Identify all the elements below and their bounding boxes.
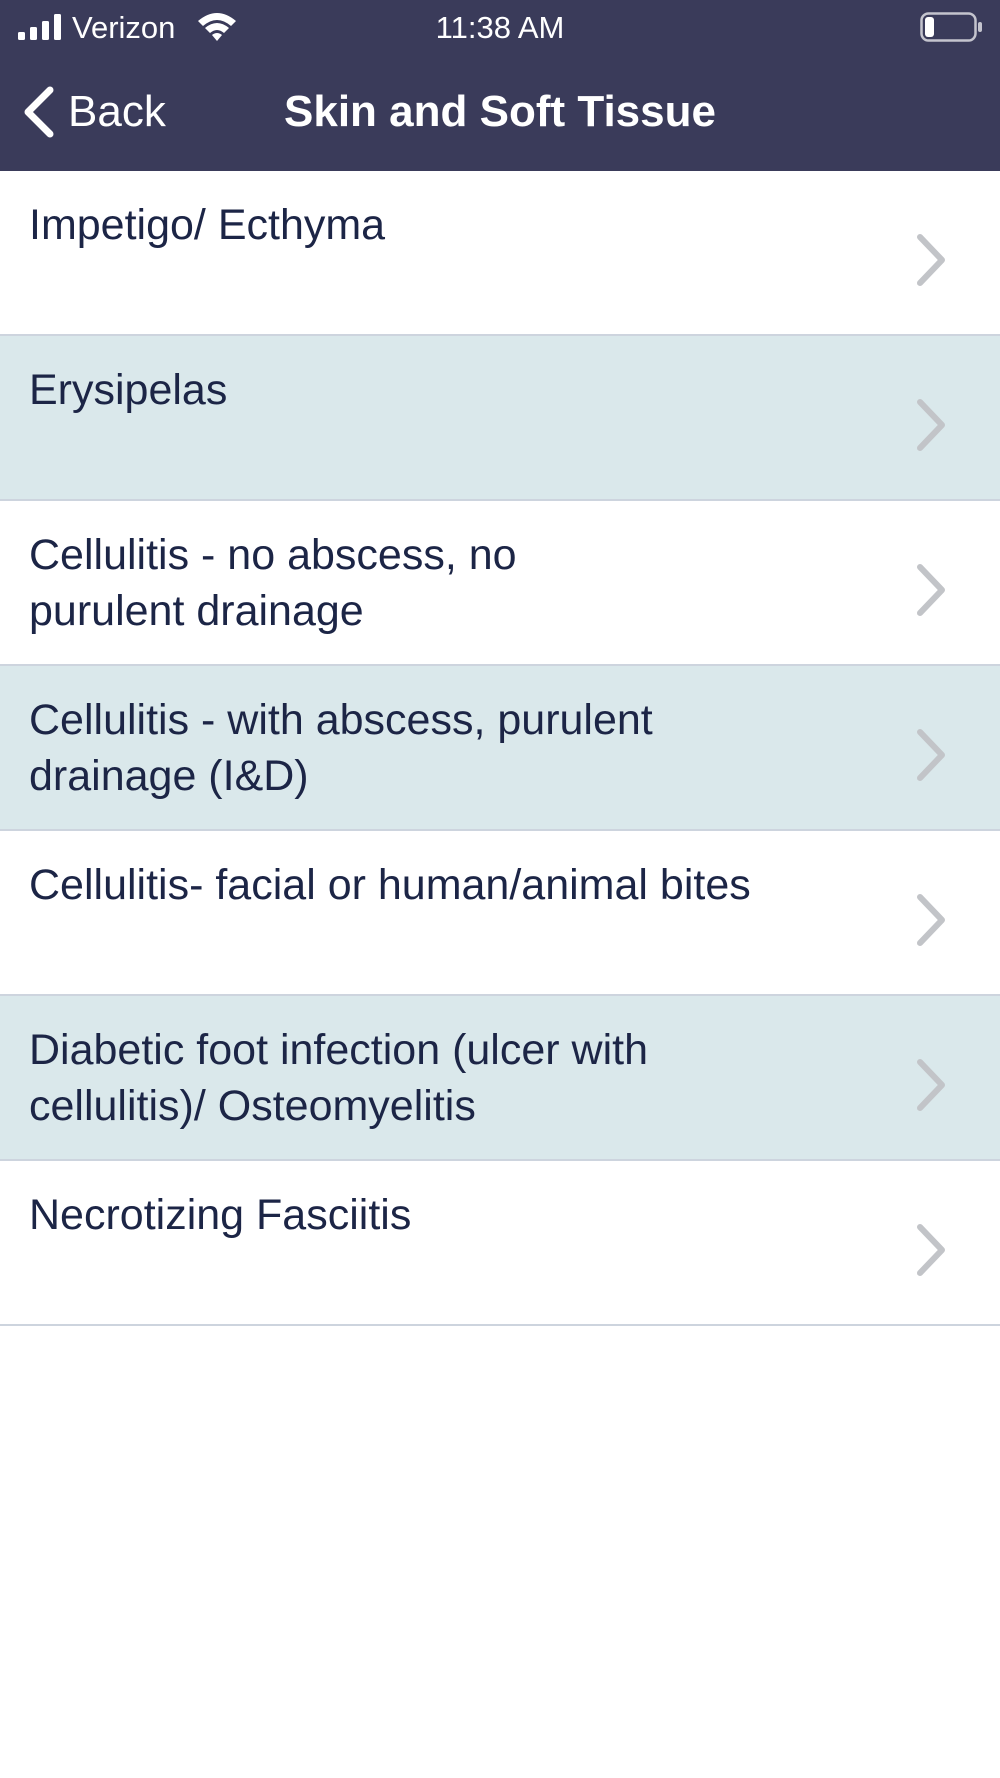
chevron-right-icon <box>917 1223 945 1276</box>
chevron-right-icon <box>917 728 945 781</box>
chevron-right-icon <box>917 563 945 616</box>
list-item-label: Necrotizing Fasciitis <box>29 1191 412 1239</box>
chevron-right-icon <box>917 398 945 451</box>
battery-icon <box>920 12 982 42</box>
list-item[interactable]: Erysipelas <box>0 336 1000 501</box>
chevron-left-icon <box>24 86 54 138</box>
list-item-label: Diabetic foot infection (ulcer with cell… <box>29 1026 649 1130</box>
list-item[interactable]: Diabetic foot infection (ulcer with cell… <box>0 996 1000 1161</box>
chevron-right-icon <box>917 1058 945 1111</box>
back-label: Back <box>68 87 166 136</box>
list-item-label: Cellulitis - no abscess, no purulent dra… <box>29 531 517 635</box>
list-item-label: Erysipelas <box>29 366 228 414</box>
back-button[interactable]: Back <box>20 82 166 142</box>
chevron-right-icon <box>917 233 945 286</box>
list-item[interactable]: Cellulitis - no abscess, no purulent dra… <box>0 501 1000 666</box>
top-bar: Verizon 11:38 AM Skin and Soft Tissue Ba… <box>0 0 1000 171</box>
list-item[interactable]: Necrotizing Fasciitis <box>0 1161 1000 1326</box>
list-item[interactable]: Impetigo/ Ecthyma <box>0 171 1000 336</box>
topic-list: Impetigo/ Ecthyma Erysipelas Cellulitis … <box>0 171 1000 1326</box>
navigation-bar: Skin and Soft Tissue Back <box>0 56 1000 171</box>
chevron-right-icon <box>917 893 945 946</box>
list-item-label: Cellulitis- facial or human/animal bites <box>29 861 751 909</box>
status-time: 11:38 AM <box>435 10 565 45</box>
list-item[interactable]: Cellulitis- facial or human/animal bites <box>0 831 1000 996</box>
list-item-label: Cellulitis - with abscess, purulent drai… <box>29 696 653 800</box>
status-bar: Verizon 11:38 AM <box>0 0 1000 56</box>
list-item[interactable]: Cellulitis - with abscess, purulent drai… <box>0 666 1000 831</box>
list-item-label: Impetigo/ Ecthyma <box>29 201 386 249</box>
